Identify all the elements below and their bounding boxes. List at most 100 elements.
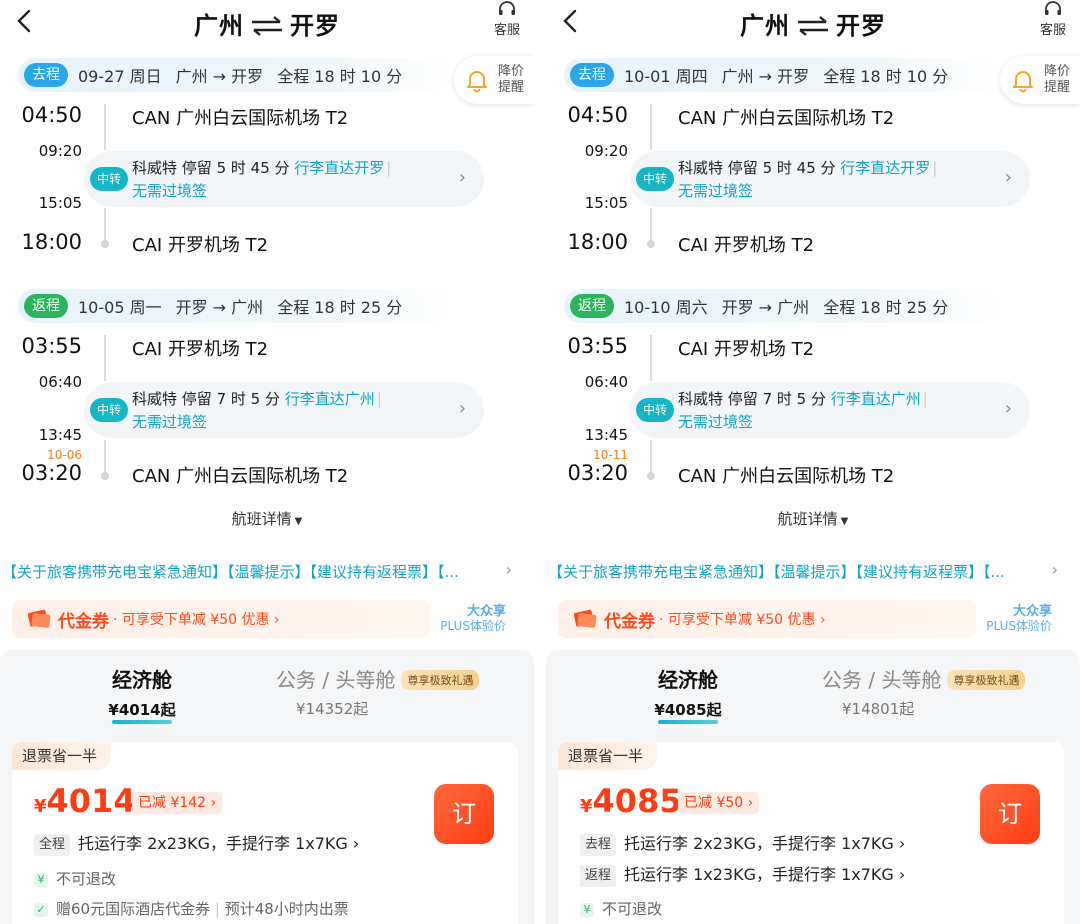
book-button[interactable]: 订 <box>434 784 494 844</box>
inbound-transfer-dep: 13:45 <box>584 426 628 444</box>
chevron-right-icon[interactable]: › <box>1052 560 1058 579</box>
transfer-city: 科威特 <box>132 390 178 408</box>
outbound-badge: 去程 <box>570 63 614 87</box>
condition-text: 预计48小时内出票 <box>224 900 349 918</box>
transfer-tag: 中转 <box>90 398 128 422</box>
alert-line2: 提醒 <box>1044 80 1071 95</box>
coupon-desc: · 可享受下单减 ¥50 优惠 › <box>659 612 826 628</box>
tab-business[interactable]: 公务 / 头等舱 尊享极致礼遇 ¥14801起 <box>822 664 1026 718</box>
coupon-title: 代金券 <box>604 611 655 632</box>
alert-line1: 降价 <box>1044 64 1071 79</box>
outbound-transfer-arr: 09:20 <box>38 142 82 160</box>
inbound-arr-airport: CAN 广州白云国际机场 T2 <box>132 466 349 487</box>
baggage-row[interactable]: 去程 托运行李 2x23KG，手提行李 1x7KG › <box>580 830 905 856</box>
timeline-dot <box>647 240 655 248</box>
business-name: 公务 / 头等舱 <box>276 668 396 692</box>
price-alert-button[interactable]: 降价 提醒 <box>1000 56 1080 104</box>
transfer-visa: 无需过境签 <box>132 182 208 200</box>
inbound-dep-time: 03:55 <box>567 334 628 358</box>
economy-price: ¥4014起 <box>108 701 176 724</box>
discount-badge[interactable]: 已减 ¥50 › <box>678 792 760 814</box>
flight-detail-toggle[interactable]: 航班详情 ▼ <box>0 508 534 529</box>
inbound-badge: 返程 <box>24 294 68 318</box>
chevron-right-icon[interactable]: › <box>506 560 512 579</box>
panel-right: 广州 开罗 客服 去程 10-01 周四 广州 → 开罗 全程 18 时 10 分… <box>546 0 1080 924</box>
transfer-city: 科威特 <box>678 390 724 408</box>
flight-detail-toggle[interactable]: 航班详情 ▼ <box>546 508 1080 529</box>
coupon-banner[interactable]: 代金券 · 可享受下单减 ¥50 优惠 › <box>558 600 976 638</box>
outbound-transfer-arr: 09:20 <box>584 142 628 160</box>
inbound-header: 返程 10-05 周一 开罗 → 广州 全程 18 时 25 分 <box>18 289 458 323</box>
inbound-dep-airport: CAI 开罗机场 T2 <box>132 339 269 360</box>
chevron-right-icon: › <box>1004 167 1012 188</box>
fare-amount: 4014 <box>46 782 136 820</box>
outbound-arr-airport: CAI 开罗机场 T2 <box>132 235 269 256</box>
baggage-row[interactable]: 全程 托运行李 2x23KG，手提行李 1x7KG › <box>34 830 359 856</box>
chevron-right-icon: › <box>1004 398 1012 419</box>
notice-banner[interactable]: 【关于旅客携带充电宝紧急通知】【温馨提示】【建议持有返程票】【... <box>548 561 1048 582</box>
timeline-dot <box>101 472 109 480</box>
outbound-dep-airport: CAN 广州白云国际机场 T2 <box>678 108 895 129</box>
transfer-visa: 无需过境签 <box>132 413 208 431</box>
coupon-title: 代金券 <box>58 611 109 632</box>
outbound-header: 去程 10-01 周四 广州 → 开罗 全程 18 时 10 分 <box>564 58 1004 92</box>
vip-badge: 尊享极致礼遇 <box>947 670 1026 690</box>
timeline-line <box>104 104 106 150</box>
timeline-line <box>650 104 652 150</box>
condition-row: ¥ 不可退改 <box>34 868 116 889</box>
price-alert-button[interactable]: 降价 提醒 <box>454 56 534 104</box>
yen-icon: ¥ <box>34 873 48 887</box>
baggage-tag: 全程 <box>34 834 71 856</box>
timeline-line <box>104 440 106 474</box>
outbound-route: 广州 → 开罗 <box>175 67 264 86</box>
outbound-arr-airport: CAI 开罗机场 T2 <box>678 235 815 256</box>
transfer-baggage: 行李直达广州 <box>284 390 375 408</box>
ticket-icon <box>27 609 51 628</box>
inbound-dep-airport: CAI 开罗机场 T2 <box>678 339 815 360</box>
outbound-badge: 去程 <box>24 63 68 87</box>
panel-left: 广州 开罗 客服 去程 09-27 周日 广州 → 开罗 全程 18 时 10 分… <box>0 0 534 924</box>
inbound-transfer-card[interactable]: 中转 科威特 停留 7 时 5 分 行李直达广州 | 无需过境签 › <box>630 382 1030 438</box>
inbound-arr-day-note: 10-06 <box>47 448 82 462</box>
outbound-dep-airport: CAN 广州白云国际机场 T2 <box>132 108 349 129</box>
inbound-transfer-dep: 13:45 <box>38 426 82 444</box>
baggage-text: 托运行李 1x23KG，手提行李 1x7KG › <box>624 865 906 884</box>
transfer-stay: 停留 7 时 5 分 <box>181 390 280 408</box>
tab-economy[interactable]: 经济舱 ¥4085起 <box>638 664 738 724</box>
divider <box>534 0 546 924</box>
alert-line2: 提醒 <box>498 80 525 95</box>
discount-badge[interactable]: 已减 ¥142 › <box>132 792 223 814</box>
route-title[interactable]: 广州 开罗 <box>0 6 534 41</box>
origin-city: 广州 <box>740 12 790 40</box>
baggage-tag: 去程 <box>580 834 617 856</box>
headset-icon <box>1045 1 1061 15</box>
plus-line2: PLUS体验价 <box>440 619 506 633</box>
customer-service-button[interactable]: 客服 <box>1038 0 1068 38</box>
transfer-tag: 中转 <box>636 398 674 422</box>
fare-price: ¥4085 <box>580 782 682 820</box>
plus-line2: PLUS体验价 <box>986 619 1052 633</box>
transfer-baggage: 行李直达广州 <box>830 390 921 408</box>
tab-economy[interactable]: 经济舱 ¥4014起 <box>92 664 192 724</box>
chevron-right-icon: › <box>458 398 466 419</box>
inbound-transfer-card[interactable]: 中转 科威特 停留 7 时 5 分 行李直达广州 | 无需过境签 › <box>84 382 484 438</box>
transfer-stay: 停留 5 时 45 分 <box>727 159 836 177</box>
route-title[interactable]: 广州 开罗 <box>546 6 1080 41</box>
coupon-banner[interactable]: 代金券 · 可享受下单减 ¥50 优惠 › <box>12 600 430 638</box>
fare-price: ¥4014 <box>34 782 136 820</box>
baggage-row[interactable]: 返程 托运行李 1x23KG，手提行李 1x7KG › <box>580 861 905 887</box>
outbound-date: 09-27 周日 <box>78 67 162 86</box>
customer-service-button[interactable]: 客服 <box>492 0 522 38</box>
book-button[interactable]: 订 <box>980 784 1040 844</box>
outbound-dep-time: 04:50 <box>567 103 628 127</box>
baggage-text: 托运行李 2x23KG，手提行李 1x7KG › <box>624 834 906 853</box>
tab-business[interactable]: 公务 / 头等舱 尊享极致礼遇 ¥14352起 <box>276 664 480 718</box>
economy-name: 经济舱 <box>112 668 172 692</box>
outbound-transfer-card[interactable]: 中转 科威特 停留 5 时 45 分 行李直达开罗 | 无需过境签 › <box>84 151 484 207</box>
baggage-text: 托运行李 2x23KG，手提行李 1x7KG › <box>78 834 360 853</box>
transfer-visa: 无需过境签 <box>678 413 754 431</box>
vip-badge: 尊享极致礼遇 <box>401 670 480 690</box>
outbound-transfer-card[interactable]: 中转 科威特 停留 5 时 45 分 行李直达开罗 | 无需过境签 › <box>630 151 1030 207</box>
notice-banner[interactable]: 【关于旅客携带充电宝紧急通知】【温馨提示】【建议持有返程票】【... <box>2 561 502 582</box>
destination-city: 开罗 <box>836 12 886 40</box>
